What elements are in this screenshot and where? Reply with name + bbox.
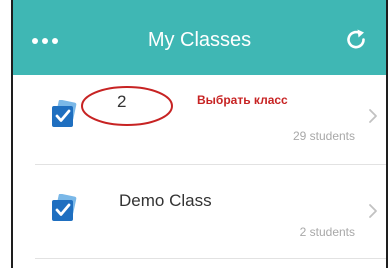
class-row-2[interactable]: 2 29 students xyxy=(13,75,386,163)
refresh-icon[interactable] xyxy=(344,28,368,52)
class-name: Demo Class xyxy=(119,191,212,210)
chevron-right-icon xyxy=(369,204,377,218)
class-check-icon xyxy=(52,194,77,221)
annotation-ellipse xyxy=(81,86,173,126)
top-navbar: My Classes xyxy=(13,0,386,75)
student-count: 2 students xyxy=(299,225,355,239)
class-row-demo-class[interactable]: Demo Class 2 students xyxy=(13,165,386,253)
class-check-icon xyxy=(52,100,77,127)
annotation-label: Выбрать класс xyxy=(197,93,288,107)
page-title: My Classes xyxy=(147,29,252,51)
app-window: My Classes 2 29 students Demo Class 2 st… xyxy=(11,0,388,268)
student-count: 29 students xyxy=(292,129,355,143)
chevron-right-icon xyxy=(369,109,377,123)
row-divider xyxy=(35,258,386,259)
